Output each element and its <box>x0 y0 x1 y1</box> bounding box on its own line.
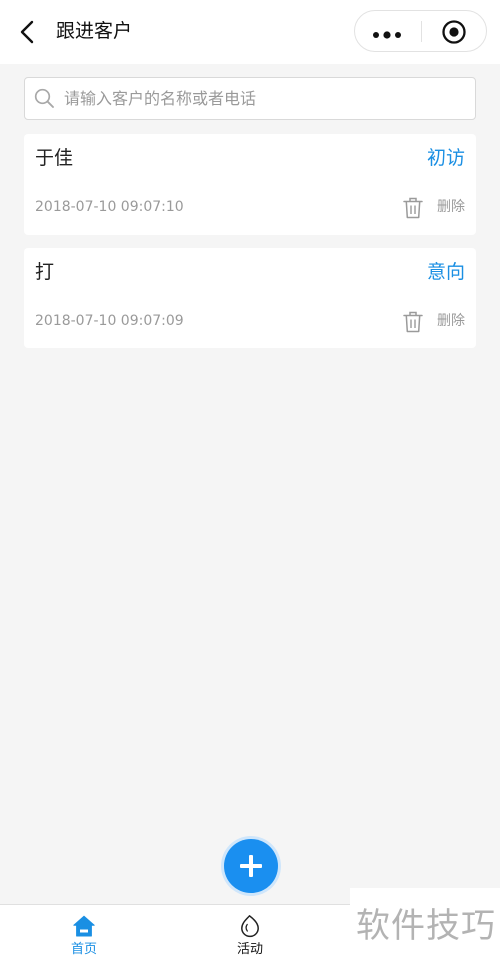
search-icon <box>34 88 54 108</box>
chevron-left-icon <box>20 20 34 44</box>
search-input[interactable] <box>64 78 464 119</box>
trash-icon <box>403 311 423 333</box>
customer-status: 初访 <box>426 147 465 169</box>
customer-name: 于佳 <box>35 147 74 169</box>
tab-home[interactable]: 首页 <box>34 905 134 964</box>
back-button[interactable] <box>14 18 42 46</box>
customer-card[interactable]: 打 意向 2018-07-10 09:07:09 删除 <box>24 248 476 348</box>
followup-time: 2018-07-10 09:07:10 <box>35 199 184 215</box>
customer-card[interactable]: 于佳 初访 2018-07-10 09:07:10 删除 <box>24 134 476 235</box>
page-title: 跟进客户 <box>56 20 133 42</box>
delete-button[interactable]: 删除 <box>403 196 465 220</box>
capsule-divider <box>421 21 422 42</box>
close-button[interactable] <box>441 19 467 45</box>
more-button[interactable] <box>369 26 405 39</box>
delete-button[interactable]: 删除 <box>403 310 465 334</box>
trash-icon <box>403 197 423 219</box>
tab-activity[interactable]: 活动 <box>200 905 300 964</box>
watermark: 软件技巧 <box>350 888 500 964</box>
followup-time: 2018-07-10 09:07:09 <box>35 313 184 329</box>
activity-icon <box>241 915 259 938</box>
add-customer-button[interactable] <box>224 839 278 893</box>
tab-label: 活动 <box>236 942 263 957</box>
customer-status: 意向 <box>426 261 465 283</box>
more-dots-icon <box>373 31 401 39</box>
watermark-text: 软件技巧 <box>356 906 496 946</box>
target-icon <box>442 20 466 44</box>
nav-header: 跟进客户 <box>0 0 500 64</box>
search-box <box>24 77 476 120</box>
mini-program-capsule <box>354 10 487 52</box>
delete-label: 删除 <box>437 199 465 215</box>
tab-label: 首页 <box>70 942 97 957</box>
delete-label: 删除 <box>437 313 465 329</box>
customer-name: 打 <box>35 261 55 283</box>
home-icon <box>73 915 95 937</box>
